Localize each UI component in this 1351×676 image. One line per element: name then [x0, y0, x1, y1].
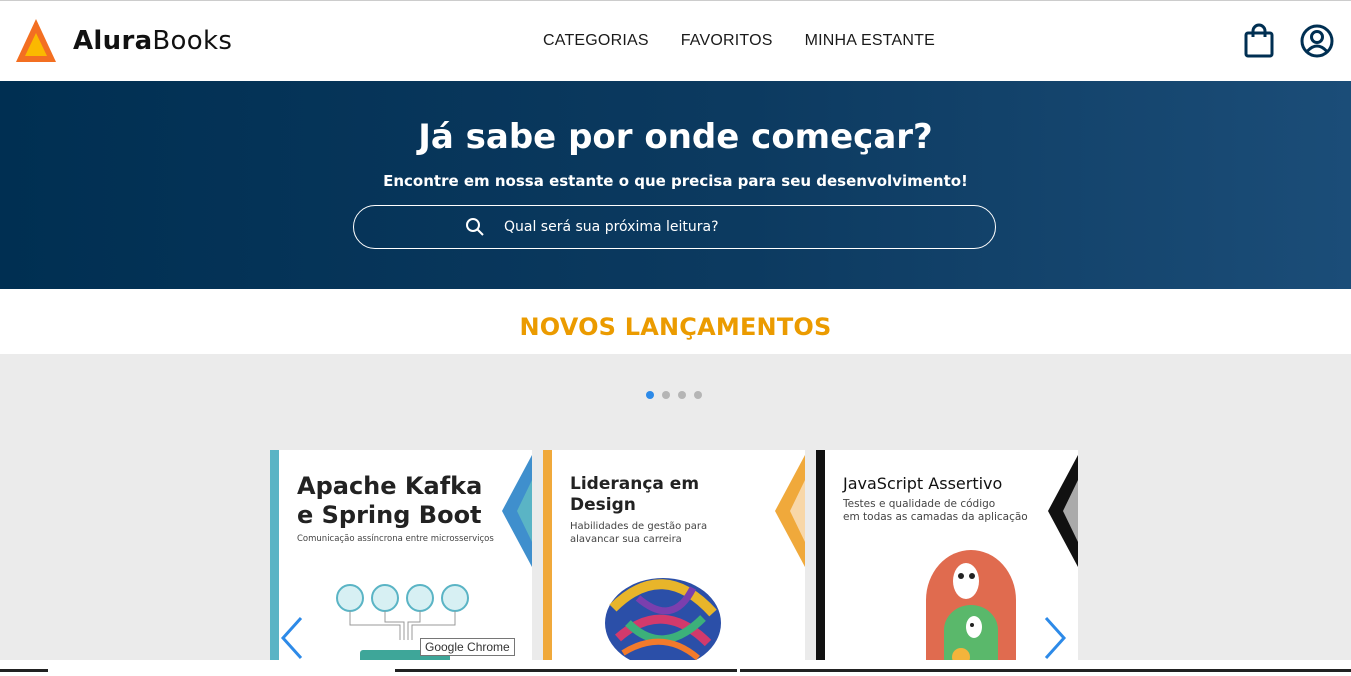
- book-card-kafka[interactable]: Apache Kafka e Spring Boot Comunicação a…: [270, 450, 532, 660]
- carousel-dot[interactable]: [694, 391, 702, 399]
- book-card-javascript[interactable]: JavaScript Assertivo Testes e qualidade …: [816, 450, 1078, 660]
- hero-subtitle: Encontre em nossa estante o que precisa …: [383, 172, 968, 190]
- main-nav: CATEGORIAS FAVORITOS MINHA ESTANTE: [543, 32, 935, 50]
- book-subtitle: Testes e qualidade de código em todas as…: [843, 498, 1028, 524]
- carousel-next-arrow-icon[interactable]: [1042, 616, 1068, 660]
- book-subtitle-line: Testes e qualidade de código: [843, 498, 996, 510]
- carousel-dot[interactable]: [662, 391, 670, 399]
- book-subtitle-line: alavancar sua carreira: [570, 534, 682, 545]
- book-title: Apache Kafka e Spring Boot: [297, 472, 482, 530]
- section-title: NOVOS LANÇAMENTOS: [519, 313, 832, 341]
- logo-text-regular: Books: [152, 25, 233, 56]
- new-releases-header: NOVOS LANÇAMENTOS: [0, 289, 1351, 354]
- book-subtitle: Habilidades de gestão para alavancar sua…: [570, 520, 707, 546]
- hero-banner: Já sabe por onde começar? Encontre em no…: [0, 81, 1351, 289]
- book-chevron-icon: [1048, 455, 1078, 567]
- book-spine: [270, 450, 279, 660]
- hero-title: Já sabe por onde começar?: [418, 117, 933, 157]
- ghost-illustration-icon: [926, 550, 1016, 660]
- search-icon: [466, 218, 484, 236]
- carousel-dot[interactable]: [678, 391, 686, 399]
- book-spine: [816, 450, 825, 660]
- nav-minha-estante[interactable]: MINHA ESTANTE: [805, 32, 935, 50]
- book-title-line: Liderança em: [570, 474, 700, 494]
- book-title-line: e Spring Boot: [297, 501, 482, 529]
- book-title-line: Apache Kafka: [297, 472, 483, 500]
- alurabooks-logo[interactable]: AluraBooks: [16, 19, 232, 62]
- chrome-tooltip: Google Chrome: [420, 638, 515, 656]
- abstract-art-icon: [605, 578, 721, 660]
- logo-text-bold: Alura: [73, 25, 153, 56]
- book-title-line: Design: [570, 495, 636, 515]
- book-title: Liderança em Design: [570, 474, 699, 516]
- search-bar[interactable]: [353, 205, 996, 249]
- book-chevron-icon: [502, 455, 532, 567]
- book-chevron-icon: [775, 455, 805, 567]
- user-icon[interactable]: [1300, 24, 1334, 58]
- header-icons: [1244, 23, 1334, 59]
- book-card-lideranca[interactable]: Liderança em Design Habilidades de gestã…: [543, 450, 805, 660]
- book-subtitle-line: em todas as camadas da aplicação: [843, 511, 1028, 523]
- nav-favoritos[interactable]: FAVORITOS: [681, 32, 773, 50]
- book-carousel: Apache Kafka e Spring Boot Comunicação a…: [0, 354, 1351, 660]
- carousel-dots: [646, 391, 702, 399]
- shopping-bag-icon[interactable]: [1244, 23, 1274, 59]
- book-subtitle: Comunicação assíncrona entre microsservi…: [297, 534, 494, 544]
- logo-text: AluraBooks: [73, 26, 232, 56]
- search-input[interactable]: [504, 214, 944, 240]
- book-subtitle-line: Habilidades de gestão para: [570, 521, 708, 532]
- book-title: JavaScript Assertivo: [843, 474, 1003, 493]
- logo-triangle-icon: [16, 19, 56, 62]
- carousel-dot[interactable]: [646, 391, 654, 399]
- carousel-prev-arrow-icon[interactable]: [279, 616, 305, 660]
- header: AluraBooks CATEGORIAS FAVORITOS MINHA ES…: [0, 0, 1351, 81]
- nav-categorias[interactable]: CATEGORIAS: [543, 32, 649, 50]
- book-spine: [543, 450, 552, 660]
